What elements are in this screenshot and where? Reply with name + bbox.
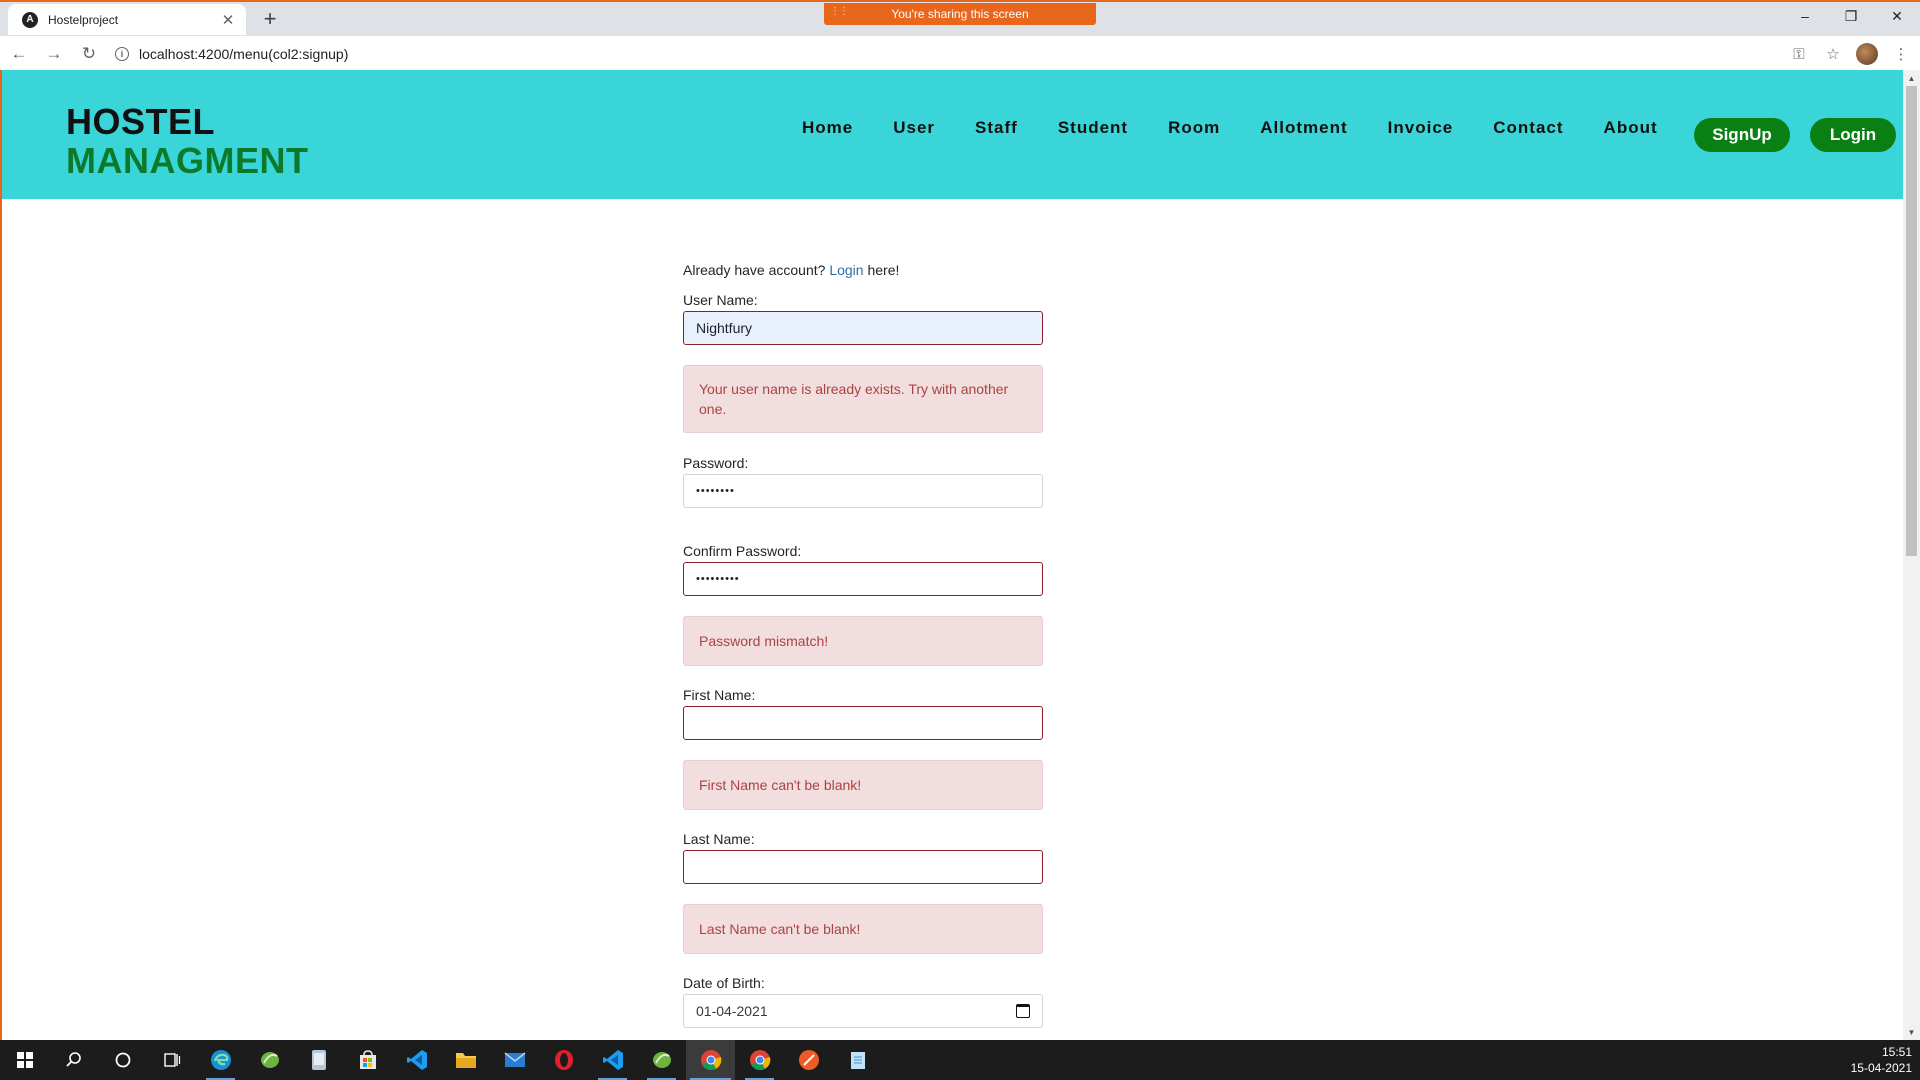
nav-invoice[interactable]: Invoice [1388,114,1454,142]
menu-dots-icon[interactable]: ⋮ [1890,45,1912,63]
lastname-input[interactable] [683,850,1043,884]
new-tab-button[interactable]: + [258,6,282,32]
browser-toolbar: ← → ↻ i localhost:4200/menu(col2:signup)… [0,36,1920,72]
chrome-icon[interactable] [735,1040,784,1080]
postman-icon[interactable] [784,1040,833,1080]
screen-share-banner[interactable]: ⋮⋮ You're sharing this screen [824,3,1096,25]
site-info-icon[interactable]: i [115,47,129,61]
page-viewport: HOSTEL MANAGMENT Home User Staff Student… [0,70,1920,1040]
url-text[interactable]: localhost:4200/menu(col2:signup) [139,46,348,62]
scrollbar-thumb[interactable] [1906,86,1917,556]
brand-line-2: MANAGMENT [66,140,309,181]
login-hint-prefix: Already have account? [683,262,826,278]
password-label: Password: [683,455,749,471]
key-icon[interactable]: ⚿ [1788,46,1810,63]
close-tab-icon[interactable]: ✕ [220,11,236,29]
grip-icon[interactable]: ⋮⋮ [830,6,849,17]
login-link[interactable]: Login [829,262,863,278]
nav-contact[interactable]: Contact [1493,114,1563,142]
login-hint: Already have account? Login here! [683,262,1043,278]
share-banner-text: You're sharing this screen [891,7,1029,21]
lastname-error-alert: Last Name can't be blank! [683,904,1043,954]
password-input[interactable]: •••••••• [683,474,1043,508]
nav-links: Home User Staff Student Room Allotment I… [802,114,1698,142]
nav-allotment[interactable]: Allotment [1260,114,1347,142]
login-hint-suffix: here! [867,262,900,278]
cortana-icon[interactable] [98,1040,147,1080]
file-app-icon[interactable] [294,1040,343,1080]
nav-staff[interactable]: Staff [975,114,1018,142]
file-explorer-icon[interactable] [441,1040,490,1080]
firstname-input[interactable] [683,706,1043,740]
window-controls: – ❐ ✕ [1782,2,1920,32]
browser-chrome: A Hostelproject ✕ + ⋮⋮ You're sharing th… [0,0,1920,72]
vscode-icon-2[interactable] [588,1040,637,1080]
vscode-icon[interactable] [392,1040,441,1080]
brand-logo[interactable]: HOSTEL MANAGMENT [66,102,308,180]
page-scrollbar[interactable]: ▲ ▼ [1903,70,1920,1040]
back-icon[interactable]: ← [3,38,35,70]
signup-button[interactable]: SignUp [1694,118,1790,152]
username-error-alert: Your user name is already exists. Try wi… [683,365,1043,433]
scroll-up-icon[interactable]: ▲ [1903,70,1920,86]
chrome-icon-active[interactable] [686,1040,735,1080]
dob-input[interactable]: 01-04-2021 [683,994,1043,1028]
clock-time: 15:51 [1881,1045,1912,1059]
windows-taskbar: 15:51 15-04-2021 [0,1040,1920,1080]
mail-icon[interactable] [490,1040,539,1080]
dob-label: Date of Birth: [683,975,765,991]
search-icon[interactable] [49,1040,98,1080]
confirm-password-input[interactable]: ••••••••• [683,562,1043,596]
task-view-icon[interactable] [147,1040,196,1080]
system-clock[interactable]: 15:51 15-04-2021 [1851,1044,1912,1076]
profile-avatar[interactable] [1856,43,1878,65]
angular-icon: A [22,11,38,28]
edge-icon[interactable] [196,1040,245,1080]
nav-user[interactable]: User [893,114,935,142]
close-window-icon[interactable]: ✕ [1874,2,1920,30]
store-icon[interactable] [343,1040,392,1080]
nav-room[interactable]: Room [1168,114,1220,142]
star-icon[interactable]: ☆ [1822,45,1844,63]
nav-home[interactable]: Home [802,114,853,142]
start-icon[interactable] [0,1040,49,1080]
brand-line-1: HOSTEL [66,101,216,142]
browser-tab[interactable]: A Hostelproject ✕ [8,4,246,35]
password-mismatch-alert: Password mismatch! [683,616,1043,666]
restore-icon[interactable]: ❐ [1828,2,1874,30]
confirm-password-label: Confirm Password: [683,543,802,559]
nav-student[interactable]: Student [1058,114,1128,142]
notepad-icon[interactable] [833,1040,882,1080]
clock-date: 15-04-2021 [1850,1061,1912,1075]
forward-icon[interactable]: → [38,38,70,70]
opera-icon[interactable] [539,1040,588,1080]
reload-icon[interactable]: ↻ [73,38,105,70]
lastname-label: Last Name: [683,831,755,847]
signup-form: Already have account? Login here! User N… [683,262,1043,1028]
nav-about[interactable]: About [1604,114,1658,142]
site-navbar: HOSTEL MANAGMENT Home User Staff Student… [2,70,1905,199]
firstname-error-alert: First Name can't be blank! [683,760,1043,810]
tab-title: Hostelproject [48,12,119,27]
scroll-down-icon[interactable]: ▼ [1903,1024,1920,1040]
spring-tool-icon-2[interactable] [637,1040,686,1080]
minimize-icon[interactable]: – [1782,2,1828,30]
spring-tool-icon[interactable] [245,1040,294,1080]
username-input[interactable]: Nightfury [683,311,1043,345]
calendar-icon[interactable] [1016,1004,1030,1018]
toolbar-actions: ⚿ ☆ ⋮ [1788,43,1912,65]
username-label: User Name: [683,292,758,308]
dob-value: 01-04-2021 [696,1003,768,1019]
login-button[interactable]: Login [1810,118,1896,152]
address-bar[interactable]: i localhost:4200/menu(col2:signup) [115,40,1775,68]
firstname-label: First Name: [683,687,756,703]
